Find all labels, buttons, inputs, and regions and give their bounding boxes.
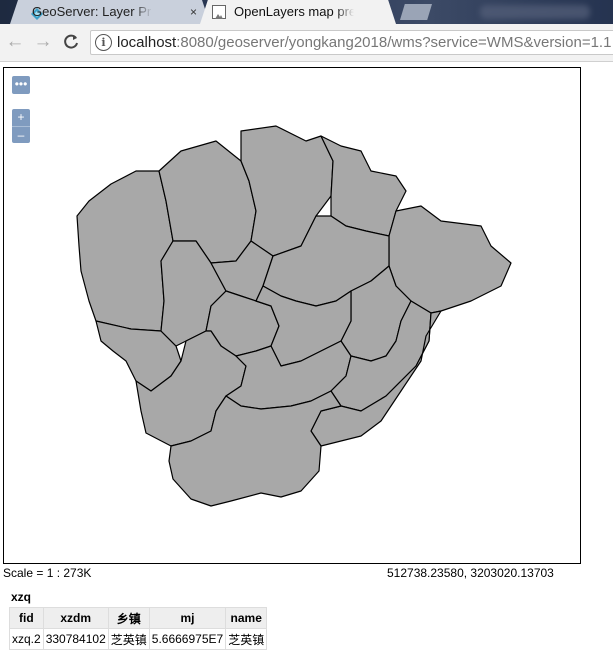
feature-info-layer-name: xzq	[11, 590, 32, 604]
township-polygon[interactable]	[76, 170, 174, 332]
column-header: 乡镇	[107, 607, 150, 629]
map-viewport[interactable]: ••• + –	[3, 67, 581, 564]
table-cell: 330784102	[42, 628, 109, 650]
table-cell: xzq.2	[9, 628, 44, 650]
table-row: xzq.2 330784102 芝英镇 5.6666975E7 芝英镇	[9, 628, 268, 650]
zoom-in-button[interactable]: +	[12, 109, 30, 127]
table-cell: 芝英镇	[225, 628, 268, 650]
url-text: localhost:8080/geoserver/yongkang2018/wm…	[117, 34, 612, 51]
column-header: mj	[148, 607, 227, 629]
township-polygons[interactable]	[4, 68, 581, 564]
tab-geoserver-layer-preview[interactable]: GeoServer: Layer Previ ×	[10, 0, 210, 24]
forward-arrow-icon[interactable]: →	[32, 32, 54, 54]
browser-tab-bar: GeoServer: Layer Previ × OpenLayers map …	[0, 0, 613, 24]
table-cell: 5.6666975E7	[148, 628, 227, 650]
scale-display: Scale = 1 : 273K	[3, 566, 92, 580]
table-header-row: fid xzdm 乡镇 mj name	[9, 607, 268, 629]
layer-switcher-button[interactable]: •••	[12, 76, 30, 94]
tab-label: OpenLayers map previ	[234, 4, 354, 19]
page-favicon-icon	[212, 5, 226, 19]
zoom-out-button[interactable]: –	[12, 127, 30, 144]
reload-icon[interactable]	[60, 32, 82, 54]
blurred-profile-area	[480, 5, 590, 19]
tab-label: GeoServer: Layer Previ	[32, 4, 152, 19]
table-cell: 芝英镇	[107, 628, 150, 650]
column-header: name	[225, 607, 268, 629]
site-info-icon[interactable]: i	[95, 34, 112, 51]
tab-close-icon[interactable]: ×	[190, 0, 197, 24]
zoom-control: + –	[12, 109, 30, 143]
new-tab-button[interactable]	[400, 4, 432, 20]
column-header: fid	[9, 607, 44, 629]
back-arrow-icon[interactable]: ←	[4, 32, 26, 54]
column-header: xzdm	[42, 607, 109, 629]
mouse-coordinates: 512738.23580, 3203020.13703	[387, 566, 554, 580]
feature-info-table: fid xzdm 乡镇 mj name xzq.2 330784102 芝英镇 …	[9, 607, 268, 650]
address-bar[interactable]: i localhost:8080/geoserver/yongkang2018/…	[90, 30, 613, 55]
browser-toolbar: ← → i localhost:8080/geoserver/yongkang2…	[0, 24, 613, 62]
tab-openlayers-map-preview[interactable]: OpenLayers map previ ×	[200, 0, 396, 24]
